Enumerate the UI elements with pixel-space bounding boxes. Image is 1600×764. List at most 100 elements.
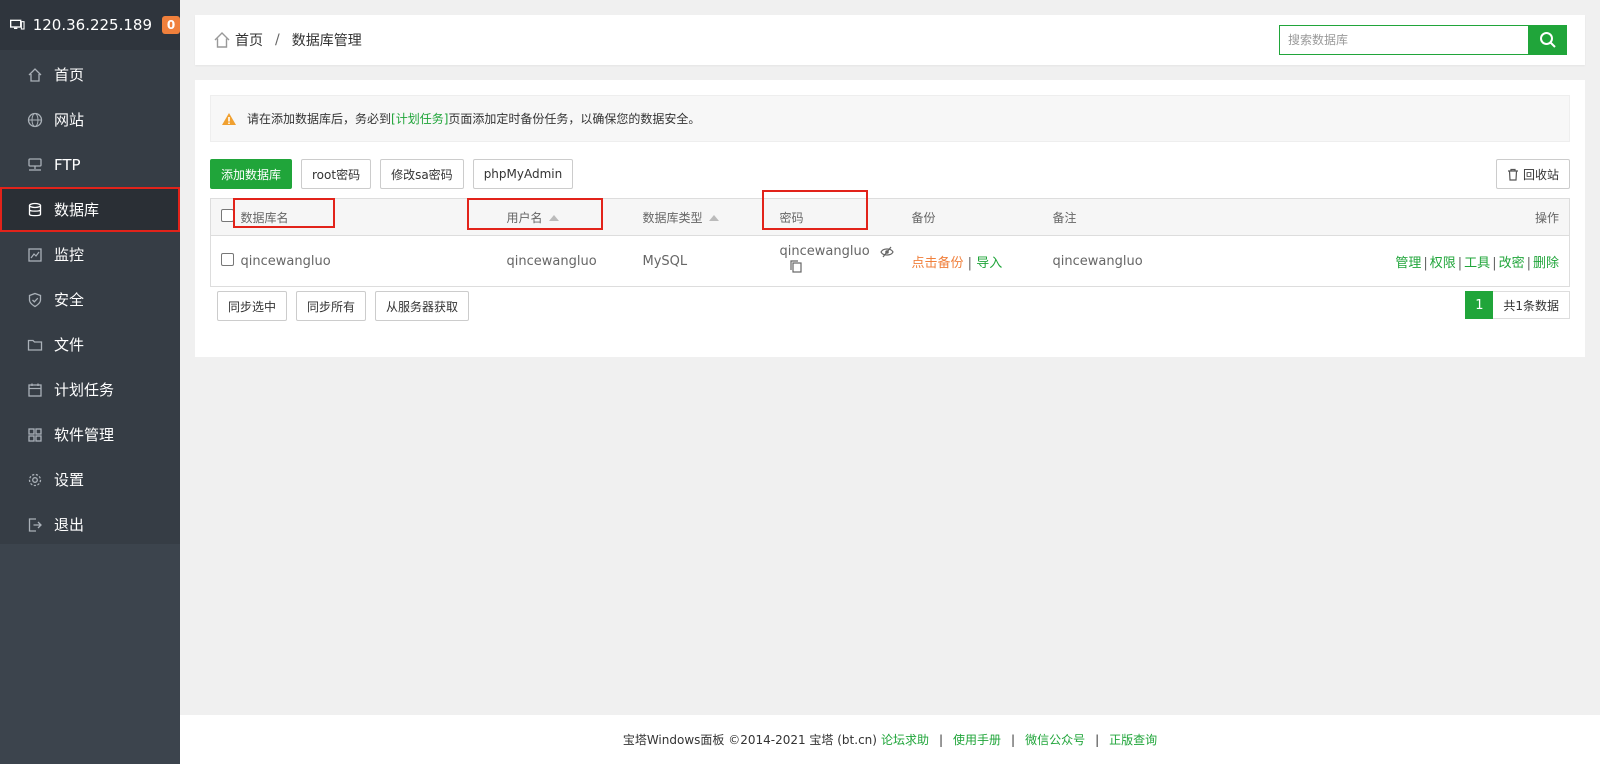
sync-all-button[interactable]: 同步所有 (296, 291, 367, 321)
password-value: qincewangluo (779, 244, 870, 259)
table-row: qincewangluo qincewangluo MySQL qincewan… (210, 235, 1570, 287)
permission-link[interactable]: 权限 (1430, 256, 1456, 271)
page-1[interactable]: 1 (1465, 291, 1494, 319)
server-ip: 120.36.225.189 (32, 16, 152, 34)
breadcrumb-current: 数据库管理 (291, 33, 362, 49)
breadcrumb: 首页 / 数据库管理 (213, 30, 362, 50)
op-separator: | (1526, 255, 1531, 271)
import-link[interactable]: 导入 (976, 256, 1002, 271)
toolbar: 添加数据库 root密码 修改sa密码 phpMyAdmin (210, 159, 574, 189)
shield-icon (26, 291, 44, 309)
password-cell: qincewangluo (779, 235, 912, 287)
top-bar: 首页 / 数据库管理 (195, 15, 1585, 65)
header-db-name[interactable]: 数据库名 (232, 197, 507, 236)
copy-icon[interactable] (789, 260, 802, 273)
sidebar-item-website[interactable]: 网站 (0, 97, 180, 142)
search-button[interactable] (1529, 25, 1567, 55)
nav-menu: 首页 网站 FTP 数据库 监控 安全 文件 计划任务 软件管理 设置 退出 (0, 50, 180, 544)
license-check-link[interactable]: 正版查询 (1109, 731, 1157, 748)
eye-icon[interactable] (880, 246, 894, 258)
sidebar-item-label: 计划任务 (54, 381, 115, 399)
sidebar-item-label: 文件 (54, 336, 85, 354)
note-cell[interactable]: qincewangluo (1052, 235, 1353, 287)
backup-link[interactable]: 点击备份 (912, 256, 964, 271)
pagination: 1 共1条数据 (1465, 291, 1570, 319)
manage-link[interactable]: 管理 (1395, 256, 1421, 271)
database-icon (26, 201, 44, 219)
warning-icon (222, 112, 236, 125)
trash-icon (1507, 168, 1518, 181)
total-count: 共1条数据 (1493, 291, 1570, 319)
row-select-cell (210, 235, 241, 287)
op-separator: | (1457, 255, 1463, 271)
footer-separator: | (1011, 732, 1016, 747)
select-all-checkbox[interactable] (221, 209, 234, 222)
sidebar-item-cron[interactable]: 计划任务 (0, 367, 180, 412)
manual-link[interactable]: 使用手册 (953, 731, 1001, 748)
sidebar-item-label: 退出 (54, 516, 85, 534)
search-box (1279, 25, 1567, 55)
home-icon (26, 66, 44, 84)
sync-selected-button[interactable]: 同步选中 (217, 291, 288, 321)
search-icon (1540, 32, 1556, 48)
add-database-button[interactable]: 添加数据库 (210, 159, 293, 189)
apps-icon (26, 426, 44, 444)
sort-asc-icon[interactable] (708, 215, 719, 221)
root-password-button[interactable]: root密码 (301, 159, 372, 189)
sidebar-item-label: 安全 (54, 291, 85, 309)
database-table: 数据库名 用户名 数据库类型 密码 备份 备注 操作 qincewangluo … (210, 189, 1570, 287)
header-backup: 备份 (911, 198, 1053, 236)
db-name-cell: qincewangluo (240, 235, 507, 287)
breadcrumb-home[interactable]: 首页 (235, 30, 263, 50)
server-header: 120.36.225.189 0 (0, 0, 180, 50)
header-username[interactable]: 用户名 (466, 197, 643, 236)
header-password: 密码 (761, 189, 912, 236)
header-backup-label: 备份 (911, 210, 936, 225)
ops-cell: 管理 | 权限 | 工具 | 改密 | 删除 (1352, 235, 1570, 287)
header-ops-label: 操作 (1534, 210, 1559, 225)
sidebar-item-database[interactable]: 数据库 (0, 187, 180, 232)
delete-link[interactable]: 删除 (1533, 256, 1559, 271)
sidebar-item-logout[interactable]: 退出 (0, 502, 180, 547)
monitor-icon (10, 19, 25, 30)
sidebar-item-home[interactable]: 首页 (0, 52, 180, 97)
wechat-link[interactable]: 微信公众号 (1025, 731, 1085, 748)
fetch-from-server-button[interactable]: 从服务器获取 (375, 291, 470, 321)
footer-separator: | (1095, 732, 1100, 747)
change-password-link[interactable]: 改密 (1499, 256, 1525, 271)
db-type-cell: MySQL (642, 235, 780, 287)
notification-badge[interactable]: 0 (162, 16, 180, 34)
sidebar-item-files[interactable]: 文件 (0, 322, 180, 367)
calendar-icon (26, 381, 44, 399)
sidebar-item-security[interactable]: 安全 (0, 277, 180, 322)
header-db-type[interactable]: 数据库类型 (642, 198, 780, 236)
header-username-label: 用户名 (506, 210, 543, 225)
search-input[interactable] (1279, 25, 1529, 55)
database-panel: 请在添加数据库后，务必到 [计划任务] 页面添加定时备份任务，以确保您的数据安全… (195, 80, 1585, 357)
footer-separator: | (938, 732, 944, 747)
cron-link[interactable]: [计划任务] (391, 110, 448, 127)
sort-asc-icon[interactable] (548, 215, 559, 221)
header-ops: 操作 (1352, 198, 1570, 236)
recycle-bin-label: 回收站 (1522, 167, 1559, 182)
breadcrumb-separator: / (275, 32, 280, 48)
sidebar-item-software[interactable]: 软件管理 (0, 412, 180, 457)
phpmyadmin-button[interactable]: phpMyAdmin (472, 159, 574, 189)
sidebar-item-label: 首页 (54, 66, 85, 84)
change-sa-password-button[interactable]: 修改sa密码 (380, 159, 464, 189)
sidebar-item-ftp[interactable]: FTP (0, 142, 180, 187)
row-checkbox[interactable] (221, 252, 234, 266)
sidebar-item-label: 设置 (54, 471, 85, 489)
op-separator: | (1492, 255, 1497, 271)
sync-toolbar: 同步选中 同步所有 从服务器获取 (217, 291, 470, 321)
forum-link[interactable]: 论坛求助 (881, 731, 929, 748)
sidebar-item-settings[interactable]: 设置 (0, 457, 180, 502)
tools-link[interactable]: 工具 (1464, 256, 1490, 271)
header-note: 备注 (1052, 198, 1353, 236)
monitor-icon (26, 246, 44, 264)
sidebar-item-monitor[interactable]: 监控 (0, 232, 180, 277)
folder-icon (26, 336, 44, 354)
header-password-label: 密码 (761, 189, 868, 230)
recycle-bin-button[interactable]: 回收站 (1495, 159, 1570, 189)
home-icon[interactable] (213, 31, 231, 49)
